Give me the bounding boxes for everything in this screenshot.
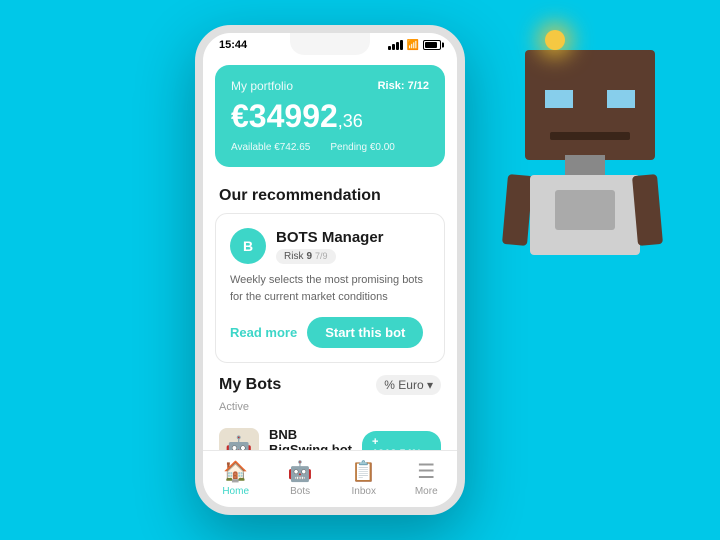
robot-character — [490, 20, 690, 320]
portfolio-amount-main: €34992 — [231, 98, 338, 134]
start-bot-button[interactable]: Start this bot — [307, 317, 423, 348]
robot-arm-right — [632, 174, 663, 246]
bots-section-title: My Bots — [219, 376, 281, 394]
robot-mouth — [550, 132, 630, 140]
bot-name-bnb: BNB BigSwing.bot — [269, 427, 352, 450]
rec-risk-badge: Risk 9 7/9 — [276, 249, 336, 264]
portfolio-available: Available €742.65 — [231, 142, 310, 153]
portfolio-title: My portfolio — [231, 79, 293, 93]
nav-label-inbox: Inbox — [351, 486, 375, 497]
nav-item-inbox[interactable]: 📋 Inbox — [351, 459, 376, 497]
currency-selector[interactable]: % Euro ▾ — [376, 375, 441, 395]
rec-info: BOTS Manager Risk 9 7/9 — [276, 229, 384, 264]
rec-icon: B — [230, 228, 266, 264]
nav-label-bots: Bots — [290, 486, 310, 497]
robot-neck — [565, 155, 605, 175]
rec-actions: Read more Start this bot — [230, 317, 430, 348]
robot-eye-left — [545, 90, 573, 108]
nav-item-more[interactable]: ☰ More — [415, 459, 438, 497]
read-more-button[interactable]: Read more — [230, 325, 297, 340]
status-icons: 📶 — [388, 40, 441, 51]
more-icon: ☰ — [417, 459, 435, 484]
robot-body — [530, 175, 640, 255]
nav-item-home[interactable]: 🏠 Home — [222, 459, 249, 497]
nav-item-bots[interactable]: 🤖 Bots — [288, 459, 313, 497]
robot-head — [525, 50, 655, 160]
bots-header: My Bots % Euro ▾ — [203, 363, 457, 399]
recommendation-card: B BOTS Manager Risk 9 7/9 Weekly selects… — [215, 213, 445, 363]
notch — [290, 33, 370, 55]
phone-content: My portfolio Risk: 7/12 €34992,36 Availa… — [203, 55, 457, 450]
status-time: 15:44 — [219, 39, 247, 51]
rec-description: Weekly selects the most promising bots f… — [230, 272, 430, 305]
bot-item: 🤖 BNB BigSwing.bot €1,510.15 + 1913,54% — [203, 419, 457, 450]
bottom-nav: 🏠 Home 🤖 Bots 📋 Inbox ☰ More — [203, 450, 457, 507]
bot-info-bnb: BNB BigSwing.bot €1,510.15 — [269, 427, 352, 450]
nav-label-home: Home — [222, 486, 249, 497]
portfolio-amount-cents: ,36 — [338, 111, 363, 131]
active-label: Active — [203, 399, 457, 419]
signal-icon — [388, 40, 403, 50]
portfolio-amount: €34992,36 — [231, 99, 429, 134]
portfolio-footer: Available €742.65 Pending €0.00 — [231, 142, 429, 153]
portfolio-risk: Risk: 7/12 — [378, 80, 429, 92]
inbox-icon: 📋 — [351, 459, 376, 484]
robot-eye-right — [607, 90, 635, 108]
recommendation-section-title: Our recommendation — [203, 177, 457, 213]
robot-arm-left — [502, 174, 533, 246]
wifi-icon: 📶 — [407, 40, 419, 51]
battery-icon — [423, 40, 441, 50]
phone-wrapper: 15:44 📶 My portfolio — [195, 25, 465, 515]
rec-bot-name: BOTS Manager — [276, 229, 384, 246]
home-icon: 🏠 — [223, 459, 248, 484]
nav-label-more: More — [415, 486, 438, 497]
bot-return-bnb: + 1913,54% — [362, 431, 441, 450]
portfolio-card: My portfolio Risk: 7/12 €34992,36 Availa… — [215, 65, 445, 167]
rec-header: B BOTS Manager Risk 9 7/9 — [230, 228, 430, 264]
bot-avatar-bnb: 🤖 — [219, 428, 259, 450]
portfolio-header: My portfolio Risk: 7/12 — [231, 79, 429, 93]
phone: 15:44 📶 My portfolio — [195, 25, 465, 515]
portfolio-pending: Pending €0.00 — [330, 142, 395, 153]
bots-icon: 🤖 — [288, 459, 313, 484]
